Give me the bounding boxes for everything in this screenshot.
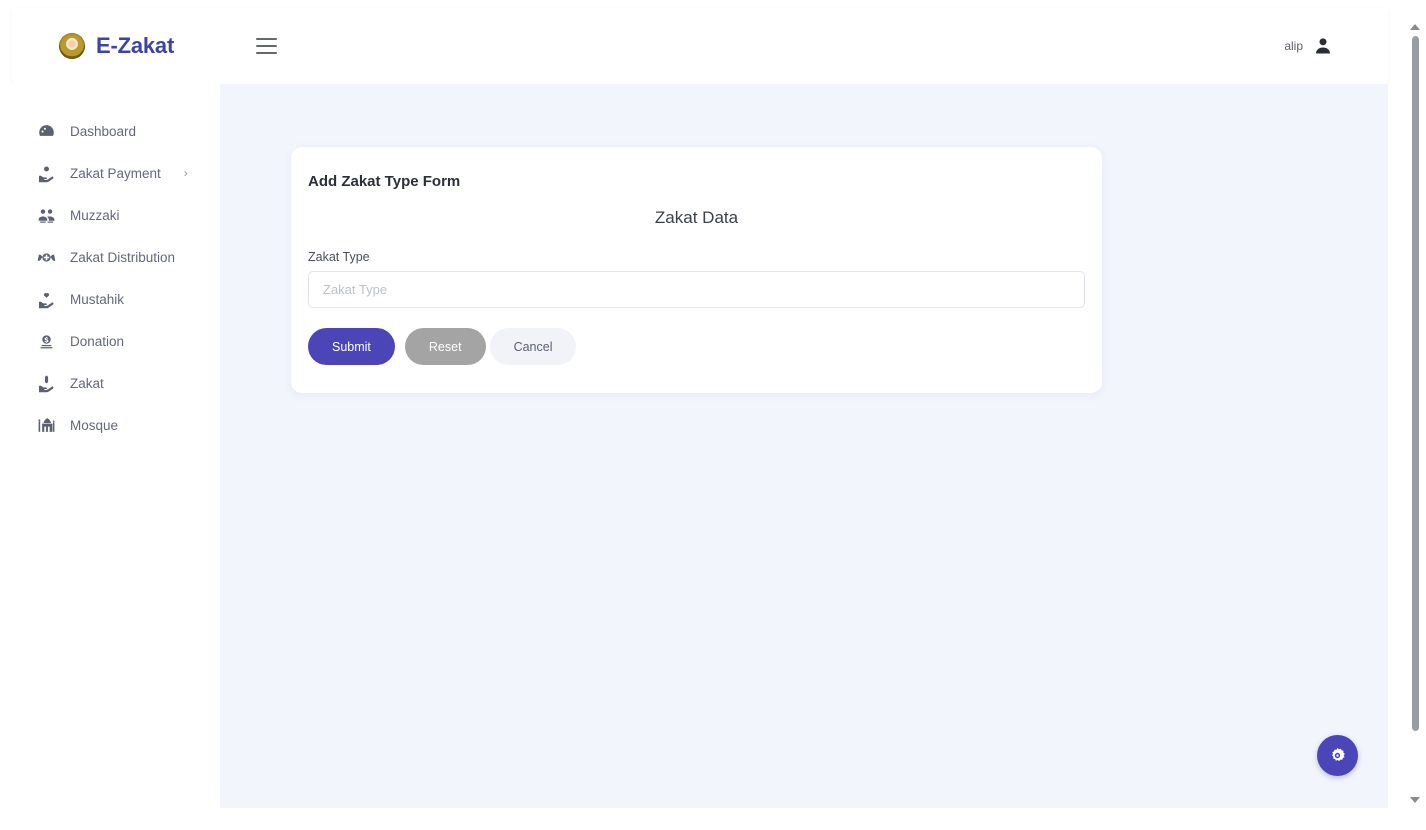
sidebar-item-dashboard[interactable]: Dashboard [0, 110, 220, 152]
sidebar-item-label: Donation [70, 334, 124, 349]
sidebar-item-label: Muzzaki [70, 208, 120, 223]
brand[interactable]: E-Zakat [59, 33, 219, 59]
coin-donation-icon [36, 331, 56, 351]
vertical-scrollbar[interactable] [1404, 0, 1426, 830]
sidebar-item-label: Zakat Payment [70, 166, 161, 181]
sidebar-item-zakat-distribution[interactable]: Zakat Distribution [0, 236, 220, 278]
settings-fab-button[interactable] [1317, 735, 1358, 776]
sidebar-item-label: Zakat [70, 376, 104, 391]
scroll-up-arrow-icon[interactable] [1409, 22, 1421, 32]
scroll-down-arrow-icon[interactable] [1409, 795, 1421, 805]
reset-button[interactable]: Reset [405, 328, 486, 365]
sidebar-item-label: Mosque [70, 418, 118, 433]
hand-heart-icon [36, 289, 56, 309]
globe-hands-icon [36, 247, 56, 267]
app-root: E-Zakat alip Dashboard [0, 0, 1426, 830]
hamburger-line [256, 38, 277, 40]
cancel-button[interactable]: Cancel [490, 328, 577, 365]
scrollbar-thumb[interactable] [1412, 36, 1419, 731]
sidebar-item-label: Mustahik [70, 292, 124, 307]
sidebar-item-label: Dashboard [70, 124, 136, 139]
sidebar-item-muzzaki[interactable]: Muzzaki [0, 194, 220, 236]
sidebar-item-mustahik[interactable]: Mustahik [0, 278, 220, 320]
user-name: alip [1284, 39, 1303, 53]
card-title: Add Zakat Type Form [308, 173, 1085, 190]
hamburger-line [256, 45, 277, 47]
users-group-icon [36, 205, 56, 225]
submit-button[interactable]: Submit [308, 328, 395, 365]
sidebar: Dashboard Zakat Payment › [0, 84, 220, 808]
scroll-up-triangle [1410, 24, 1420, 30]
form-actions: Submit Reset Cancel [308, 328, 1085, 365]
top-header: E-Zakat alip [12, 8, 1388, 84]
zakat-type-input[interactable] [308, 271, 1085, 308]
sidebar-item-mosque[interactable]: Mosque [0, 404, 220, 446]
hand-money-icon [36, 373, 56, 393]
scroll-down-triangle [1410, 797, 1420, 803]
user-avatar-icon[interactable] [1313, 35, 1333, 57]
zakat-type-label: Zakat Type [308, 250, 1085, 264]
hamburger-menu-icon[interactable] [256, 33, 284, 59]
sidebar-item-zakat[interactable]: Zakat [0, 362, 220, 404]
gear-settings-icon [1328, 746, 1347, 765]
header-user-area[interactable]: alip [1284, 35, 1333, 57]
dashboard-speedometer-icon [36, 121, 56, 141]
add-zakat-type-form-card: Add Zakat Type Form Zakat Data Zakat Typ… [291, 147, 1102, 393]
brand-title: E-Zakat [96, 33, 174, 59]
sidebar-item-zakat-payment[interactable]: Zakat Payment › [0, 152, 220, 194]
hand-coin-icon [36, 163, 56, 183]
emblem-logo [59, 33, 85, 59]
sidebar-item-donation[interactable]: Donation [0, 320, 220, 362]
hamburger-line [256, 52, 277, 54]
chevron-right-icon[interactable]: › [184, 167, 188, 179]
sidebar-item-label: Zakat Distribution [70, 250, 175, 265]
main-content: Add Zakat Type Form Zakat Data Zakat Typ… [220, 84, 1388, 808]
section-heading: Zakat Data [308, 208, 1085, 228]
mosque-icon [36, 415, 56, 435]
